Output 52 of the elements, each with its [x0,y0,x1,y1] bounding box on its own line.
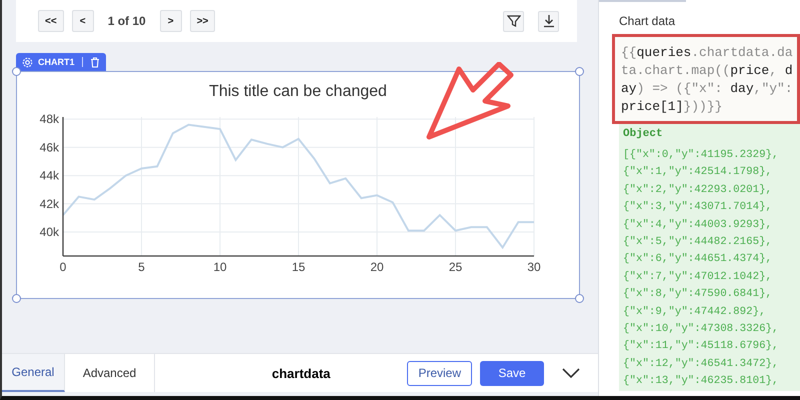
download-icon [542,14,556,28]
widget-tag[interactable]: CHART1 [16,53,106,71]
settings-icon [22,56,33,68]
x-tick-label: 15 [292,260,306,274]
result-line: {"x":7,"y":47012.1042}, [623,270,774,285]
chevron-down-icon[interactable] [562,368,580,378]
filter-button[interactable] [503,10,524,32]
filter-icon [506,14,520,28]
preview-button[interactable]: Preview [407,360,472,386]
next-page-button[interactable]: > [160,10,182,32]
result-line: {"x":6,"y":44651.4374}, [623,252,774,268]
x-tick-label: 30 [527,260,541,274]
trash-icon [90,56,100,68]
result-line: {"x":12,"y":46541.3472}, [623,356,780,372]
download-button[interactable] [538,10,559,32]
result-line: {"x":3,"y":43071.7014}, [623,200,774,216]
result-line: {"x":11,"y":45118.6796}, [623,339,780,354]
editor-tab[interactable]: General [2,354,65,392]
page-indicator: 1 of 10 [108,14,146,28]
result-line: {"x":9,"y":47442.892}, [623,304,767,320]
x-tick-label: 0 [60,260,66,274]
x-tick-label: 5 [138,260,145,274]
chart-title: This title can be changed [209,83,387,100]
panel-title: Chart data [619,14,676,28]
y-tick-label: 46k [40,140,59,154]
code-field[interactable]: {{queries.chartdata.data.chart.map((price, day) => ({"x": day,"y": price[1]}))}} [612,34,800,124]
resize-handle[interactable] [12,294,21,303]
query-name: chartdata [270,366,332,380]
widget-name: CHART1 [38,57,75,67]
resize-handle[interactable] [575,67,584,76]
x-tick-label: 20 [370,260,384,274]
result-type: Object [623,128,664,140]
previous-page-button[interactable]: < [72,10,94,32]
y-tick-label: 44k [40,168,59,183]
resize-handle[interactable] [575,294,584,303]
result-line: {"x":13,"y":46235.8101}, [623,374,780,390]
y-tick-label: 42k [40,196,59,211]
x-tick-label: 10 [213,260,227,274]
result-line: {"x":1,"y":42514.1798}, [623,165,774,180]
y-tick-label: 48k [40,112,59,126]
save-button[interactable]: Save [480,360,544,386]
result-line: {"x":5,"y":44482.2165}, [623,235,774,250]
y-tick-label: 40k [40,225,59,239]
result-line: {"x":8,"y":47590.6841}, [623,287,774,302]
last-page-button[interactable]: >> [190,10,216,32]
result-line: [{"x":0,"y":41195.2329}, [623,148,780,163]
first-page-button[interactable]: << [38,10,64,32]
resize-handle[interactable] [12,67,21,76]
result-line: {"x":2,"y":42293.0201}, [623,182,774,198]
x-tick-label: 25 [448,260,462,274]
result-line: {"x":10,"y":47308.3326}, [623,322,780,338]
result-line: {"x":4,"y":44003.9293}, [623,218,774,233]
